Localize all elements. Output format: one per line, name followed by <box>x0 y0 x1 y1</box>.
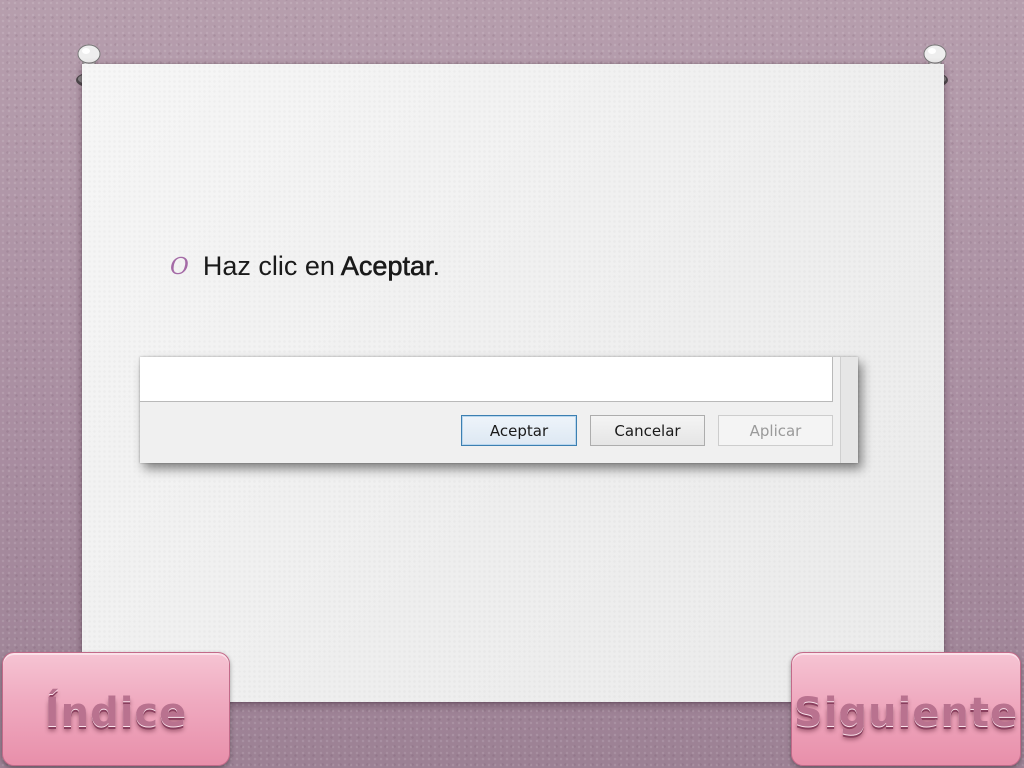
apply-button: Aplicar <box>718 415 833 446</box>
bullet-marker: O <box>170 254 189 280</box>
cancel-button[interactable]: Cancelar <box>590 415 705 446</box>
index-button-label: Índice <box>44 690 188 736</box>
dialog-content-area <box>140 357 833 402</box>
next-button[interactable]: Siguiente <box>791 652 1021 766</box>
dialog-screenshot: Aceptar Cancelar Aplicar <box>140 357 858 463</box>
index-button[interactable]: Índice <box>2 652 230 766</box>
instruction-suffix: . <box>432 250 440 281</box>
next-button-label: Siguiente <box>793 690 1019 736</box>
ok-button[interactable]: Aceptar <box>461 415 577 446</box>
instruction-emphasis: Aceptar <box>340 250 433 281</box>
instruction-text: Haz clic en Aceptar. <box>202 250 440 282</box>
dialog-edge <box>840 357 858 463</box>
instruction-bullet: O Haz clic en Aceptar. <box>170 246 440 286</box>
instruction-prefix: Haz clic en <box>202 250 341 281</box>
